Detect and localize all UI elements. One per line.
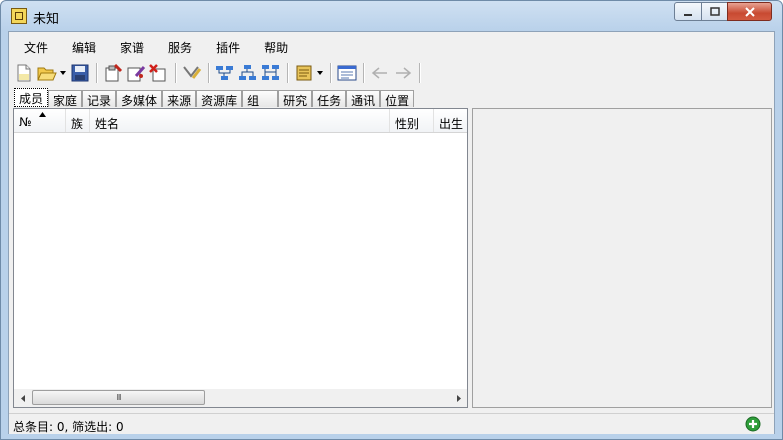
delete-person-button[interactable] xyxy=(148,62,170,84)
chevron-down-icon xyxy=(316,71,323,75)
list-header: № 族 姓名 性别 出生 xyxy=(14,109,467,133)
client-area: 文件 编辑 家谱 服务 插件 帮助 成员 家庭 记录 多媒体 来源 资源库 组 … xyxy=(8,31,775,434)
forward-button[interactable] xyxy=(392,62,414,84)
new-file-button[interactable] xyxy=(13,62,35,84)
panel-view-button[interactable] xyxy=(336,62,358,84)
open-dropdown[interactable] xyxy=(59,62,66,84)
forward-arrow-icon xyxy=(396,67,412,79)
scroll-thumb[interactable]: III xyxy=(32,390,205,405)
members-list[interactable]: № 族 姓名 性别 出生 III xyxy=(13,108,468,408)
column-number[interactable]: № xyxy=(14,109,66,132)
menu-plugins[interactable]: 插件 xyxy=(202,36,250,58)
tree-descendants-icon xyxy=(239,65,256,80)
tab-strip: 成员 家庭 记录 多媒体 来源 资源库 组 研究 任务 通讯 位置 xyxy=(14,88,415,108)
status-text: 总条目: 0, 筛选出: 0 xyxy=(13,420,124,434)
menu-bar: 文件 编辑 家谱 服务 插件 帮助 xyxy=(9,36,298,58)
scroll-left-button[interactable] xyxy=(14,389,31,407)
edit-person-button[interactable] xyxy=(125,62,147,84)
panel-view-icon xyxy=(337,65,357,81)
menu-help[interactable]: 帮助 xyxy=(250,36,298,58)
scroll-icon xyxy=(296,65,312,81)
add-plugin-icon[interactable] xyxy=(745,416,761,432)
tab-research[interactable]: 研究 xyxy=(278,90,313,108)
tab-multimedia[interactable]: 多媒体 xyxy=(116,90,163,108)
column-clan[interactable]: 族 xyxy=(66,109,90,132)
tree-view-button[interactable] xyxy=(214,62,236,84)
tab-communications[interactable]: 通讯 xyxy=(346,90,381,108)
new-file-icon xyxy=(17,64,31,82)
toolbar-separator xyxy=(175,63,177,83)
scroll-right-icon xyxy=(456,394,461,402)
column-gender[interactable]: 性别 xyxy=(390,109,434,132)
filter-icon xyxy=(183,66,202,79)
tree-ancestors-icon xyxy=(262,65,279,80)
tab-sources[interactable]: 来源 xyxy=(162,90,197,108)
status-bar: 总条目: 0, 筛选出: 0 xyxy=(9,413,774,434)
toolbar-separator xyxy=(96,63,98,83)
chevron-down-icon xyxy=(59,71,66,75)
toolbar-separator xyxy=(208,63,210,83)
toolbar-separator xyxy=(419,63,421,83)
back-arrow-icon xyxy=(371,67,387,79)
tab-families[interactable]: 家庭 xyxy=(48,90,83,108)
tab-repositories[interactable]: 资源库 xyxy=(196,90,243,108)
menu-edit[interactable]: 编辑 xyxy=(58,36,106,58)
toolbar-separator xyxy=(287,63,289,83)
toolbar-separator xyxy=(363,63,365,83)
column-birth[interactable]: 出生 xyxy=(434,109,467,132)
minimize-button[interactable] xyxy=(674,2,702,21)
back-button[interactable] xyxy=(369,62,391,84)
tree-icon xyxy=(216,66,233,80)
open-folder-icon xyxy=(37,67,57,81)
scroll-right-button[interactable] xyxy=(450,389,467,407)
close-icon xyxy=(744,6,755,17)
tab-groups[interactable]: 组 xyxy=(242,90,279,108)
detail-panel xyxy=(472,108,772,408)
report-button[interactable] xyxy=(293,62,315,84)
title-bar[interactable]: 未知 xyxy=(1,1,782,31)
maximize-button[interactable] xyxy=(701,2,728,21)
window-title: 未知 xyxy=(33,12,60,27)
ancestors-view-button[interactable] xyxy=(260,62,282,84)
tab-records[interactable]: 记录 xyxy=(82,90,117,108)
scroll-left-icon xyxy=(20,394,25,402)
tab-members[interactable]: 成员 xyxy=(14,88,49,107)
app-window: 未知 文件 编辑 家谱 服务 插件 帮助 成员 家庭 记录 多媒体 来源 资源库… xyxy=(0,0,783,440)
open-file-button[interactable] xyxy=(36,62,58,84)
toolbar-separator xyxy=(330,63,332,83)
column-name[interactable]: 姓名 xyxy=(90,109,390,132)
menu-services[interactable]: 服务 xyxy=(154,36,202,58)
menu-file[interactable]: 文件 xyxy=(9,36,58,58)
add-person-icon xyxy=(105,64,123,82)
save-button[interactable] xyxy=(69,62,91,84)
maximize-icon xyxy=(709,6,720,16)
horizontal-scrollbar[interactable]: III xyxy=(14,389,467,407)
edit-person-icon xyxy=(127,66,146,82)
delete-person-icon xyxy=(149,64,166,82)
filter-button[interactable] xyxy=(181,62,203,84)
descendants-view-button[interactable] xyxy=(237,62,259,84)
add-person-button[interactable] xyxy=(102,62,124,84)
minimize-icon xyxy=(684,13,692,16)
tab-locations[interactable]: 位置 xyxy=(380,90,415,108)
column-number-label: № xyxy=(19,115,32,129)
app-icon[interactable] xyxy=(11,8,27,24)
toolbar xyxy=(13,59,773,87)
save-icon xyxy=(71,64,89,82)
tab-tasks[interactable]: 任务 xyxy=(312,90,347,108)
menu-family-tree[interactable]: 家谱 xyxy=(106,36,154,58)
sort-up-icon xyxy=(39,112,46,117)
close-button[interactable] xyxy=(727,2,772,21)
report-dropdown[interactable] xyxy=(316,62,323,84)
